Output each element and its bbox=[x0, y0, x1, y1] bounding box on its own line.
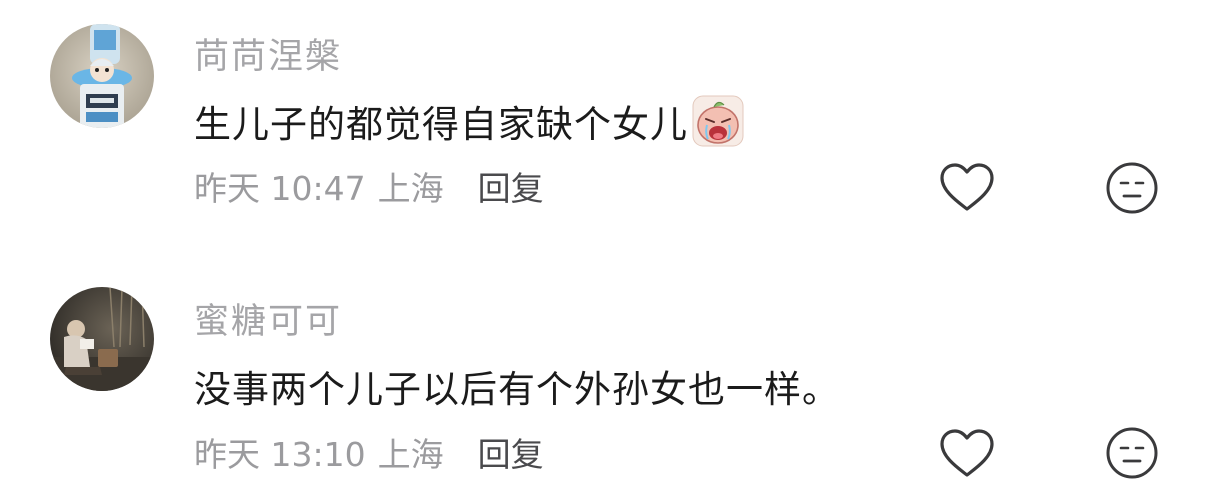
neutral-face-icon[interactable] bbox=[1104, 160, 1160, 216]
heart-outline-icon[interactable] bbox=[938, 162, 996, 214]
avatar[interactable] bbox=[50, 287, 154, 391]
timestamp: 昨天 10:47 bbox=[194, 169, 366, 208]
location: 上海 bbox=[377, 435, 444, 474]
comment-meta: 昨天 13:10 上海 回复 bbox=[194, 428, 544, 476]
comment-item: 蜜糖可可 没事两个儿子以后有个外孙女也一样。 昨天 13:10 上海 回复 bbox=[0, 263, 1206, 483]
comment-text-body: 生儿子的都觉得自家缺个女儿 bbox=[194, 103, 688, 146]
reply-button[interactable]: 回复 bbox=[478, 162, 544, 210]
username[interactable]: 蜜糖可可 bbox=[194, 293, 342, 344]
username[interactable]: 苘苘涅槃 bbox=[194, 28, 342, 79]
crying-face-sticker bbox=[692, 95, 744, 147]
comment-text: 没事两个儿子以后有个外孙女也一样。 bbox=[194, 359, 840, 413]
location: 上海 bbox=[377, 169, 444, 208]
comment-text-body: 没事两个儿子以后有个外孙女也一样。 bbox=[194, 368, 840, 411]
reply-button[interactable]: 回复 bbox=[478, 428, 544, 476]
avatar[interactable] bbox=[50, 24, 154, 128]
neutral-face-icon[interactable] bbox=[1104, 425, 1160, 481]
heart-outline-icon[interactable] bbox=[938, 428, 996, 480]
comment-meta: 昨天 10:47 上海 回复 bbox=[194, 162, 544, 210]
comment-text: 生儿子的都觉得自家缺个女儿 bbox=[194, 94, 744, 148]
comment-item: 苘苘涅槃 生儿子的都觉得自家缺个女儿 昨天 10:47 上海 回复 bbox=[0, 0, 1206, 220]
timestamp: 昨天 13:10 bbox=[194, 435, 366, 474]
